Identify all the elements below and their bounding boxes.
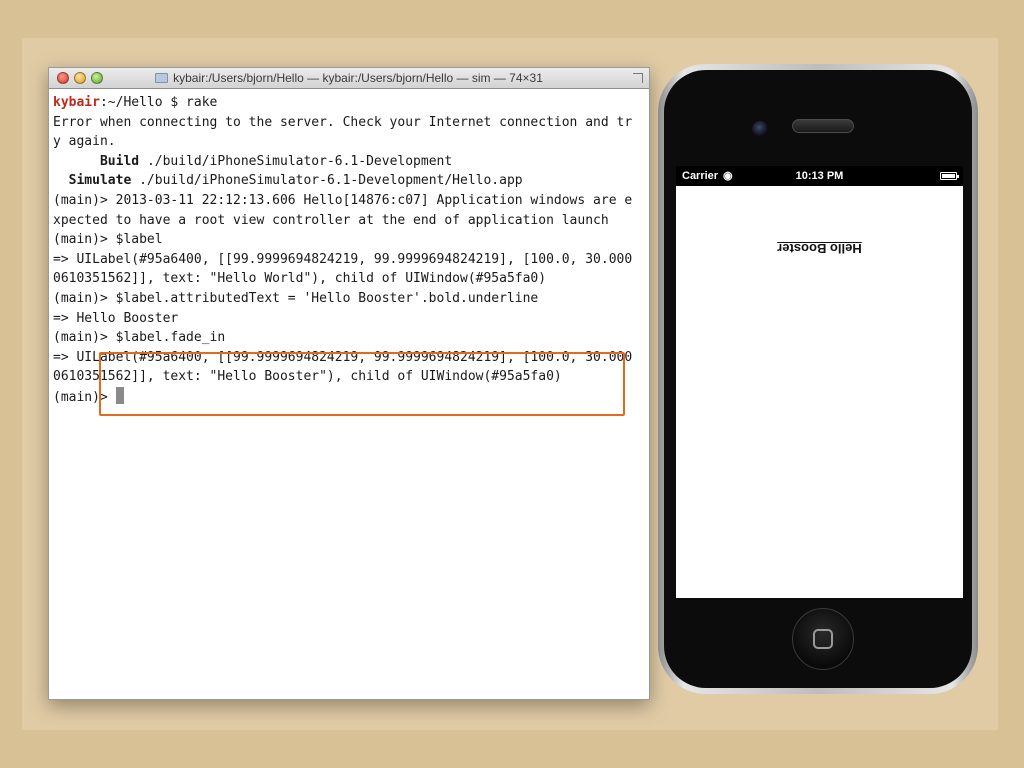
text-cursor bbox=[115, 386, 124, 404]
battery-icon bbox=[940, 172, 959, 180]
output-line: => Hello Booster bbox=[53, 310, 179, 326]
iphone-screen[interactable]: Carrier ◉ 10:13 PM Hello Booster bbox=[676, 166, 963, 598]
output-line: (main)> $label.attributedText = 'Hello B… bbox=[53, 290, 539, 306]
terminal-output[interactable]: kybair:~/Hello $ rake Error when connect… bbox=[49, 89, 649, 408]
terminal-titlebar[interactable]: kybair:/Users/bjorn/Hello — kybair:/User… bbox=[49, 68, 649, 89]
output-line: => UILabel(#95a6400, [[99.9999694824219,… bbox=[53, 251, 633, 267]
simulate-label: Simulate bbox=[68, 173, 132, 189]
output-line: xpected to have a root view controller a… bbox=[53, 212, 609, 228]
status-time: 10:13 PM bbox=[795, 170, 844, 182]
status-bar: Carrier ◉ 10:13 PM bbox=[676, 166, 963, 186]
output-line: (main)> 2013-03-11 22:12:13.606 Hello[14… bbox=[53, 192, 633, 208]
output-line: => UILabel(#95a6400, [[99.9999694824219,… bbox=[53, 349, 633, 365]
iphone-body: Carrier ◉ 10:13 PM Hello Booster bbox=[664, 70, 972, 688]
output-line: (main)> $label.fade_in bbox=[53, 330, 226, 346]
output-line: 0610351562]], text: "Hello World"), chil… bbox=[53, 271, 547, 287]
window-title: kybair:/Users/bjorn/Hello — kybair:/User… bbox=[49, 71, 649, 85]
output-line: y again. bbox=[53, 134, 116, 150]
last-prompt: (main)> bbox=[53, 389, 116, 405]
window-title-text: kybair:/Users/bjorn/Hello — kybair:/User… bbox=[173, 71, 543, 85]
output-line: 0610351562]], text: "Hello Booster"), ch… bbox=[53, 369, 562, 385]
prompt-user: kybair bbox=[53, 95, 100, 110]
prompt-command: :~/Hello $ rake bbox=[99, 95, 218, 110]
folder-icon bbox=[155, 73, 169, 83]
iphone-simulator: Carrier ◉ 10:13 PM Hello Booster bbox=[658, 64, 978, 694]
build-label: Build bbox=[99, 153, 140, 169]
hello-label: Hello Booster bbox=[777, 241, 862, 256]
build-path: ./build/iPhoneSimulator-6.1-Development bbox=[146, 153, 453, 169]
home-square-icon bbox=[813, 629, 833, 649]
speaker-icon bbox=[792, 119, 854, 133]
output-line: (main)> $label bbox=[53, 232, 163, 248]
camera-icon bbox=[752, 121, 768, 137]
fullscreen-icon[interactable] bbox=[633, 73, 643, 83]
home-button[interactable] bbox=[792, 608, 854, 670]
terminal-window[interactable]: kybair:/Users/bjorn/Hello — kybair:/User… bbox=[48, 67, 650, 700]
output-line: Error when connecting to the server. Che… bbox=[53, 114, 633, 130]
simulate-path: ./build/iPhoneSimulator-6.1-Development/… bbox=[139, 173, 523, 189]
